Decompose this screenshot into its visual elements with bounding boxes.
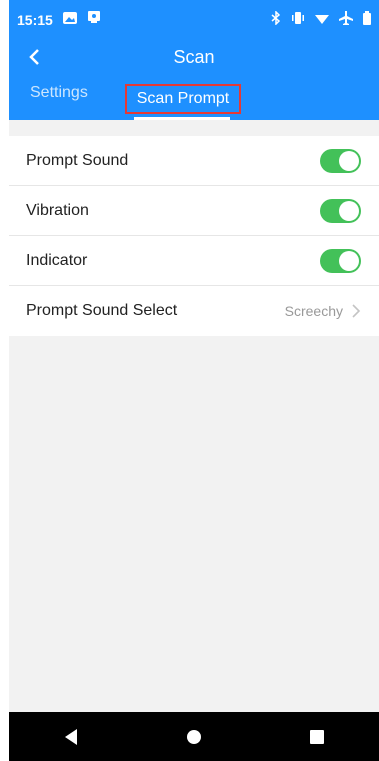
prompt-sound-row[interactable]: Prompt Sound: [9, 136, 379, 186]
status-time: 15:15: [17, 12, 53, 28]
status-bar: 15:15: [9, 0, 379, 40]
page-title: Scan: [173, 46, 215, 67]
cast-icon: [87, 10, 101, 30]
toggle-knob: [339, 250, 359, 271]
toggle-knob: [339, 200, 359, 221]
triangle-back-icon: [64, 728, 77, 745]
prompt-sound-label: Prompt Sound: [26, 151, 129, 169]
chevron-right-icon: [352, 304, 361, 318]
section-gap: [9, 120, 379, 136]
tab-settings[interactable]: Settings: [30, 84, 88, 102]
nav-home-button[interactable]: [179, 722, 209, 752]
active-tab-indicator: [134, 117, 230, 120]
nav-back-button[interactable]: [56, 722, 86, 752]
app: 15:15 Scan Settings Scan Prompt Prompt S…: [9, 0, 379, 761]
wifi-icon: [315, 11, 329, 29]
circle-home-icon: [186, 729, 201, 744]
battery-icon: [363, 10, 371, 30]
back-arrow-icon: [29, 49, 39, 65]
status-right-icons: [271, 9, 371, 30]
vibrate-icon: [291, 11, 305, 29]
indicator-label: Indicator: [26, 251, 88, 269]
tab-bar: Settings Scan Prompt: [9, 74, 379, 120]
image-icon: [62, 11, 77, 29]
prompt-sound-select-row[interactable]: Prompt Sound Select Screechy: [9, 286, 379, 336]
vibration-toggle[interactable]: [320, 198, 361, 223]
vibration-row[interactable]: Vibration: [9, 186, 379, 236]
prompt-sound-select-value: Screechy: [284, 303, 343, 319]
left-edge: [0, 0, 9, 761]
indicator-toggle[interactable]: [320, 248, 361, 273]
indicator-row[interactable]: Indicator: [9, 236, 379, 286]
prompt-sound-select-label: Prompt Sound Select: [26, 302, 178, 319]
back-button[interactable]: [25, 46, 43, 68]
prompt-sound-toggle[interactable]: [320, 148, 361, 173]
system-nav-bar: [9, 712, 379, 761]
vibration-label: Vibration: [26, 201, 89, 219]
screen: 15:15 Scan Settings Scan Prompt Prompt S…: [0, 0, 379, 761]
nav-recents-button[interactable]: [302, 722, 332, 752]
airplane-icon: [339, 10, 353, 30]
toggle-knob: [339, 150, 359, 171]
tab-scan-prompt[interactable]: Scan Prompt: [125, 84, 241, 114]
square-recents-icon: [310, 729, 325, 744]
app-bar: Scan: [9, 40, 379, 74]
settings-list: Prompt Sound Vibration Indicator Prompt …: [9, 136, 379, 336]
bluetooth-icon: [271, 9, 281, 30]
